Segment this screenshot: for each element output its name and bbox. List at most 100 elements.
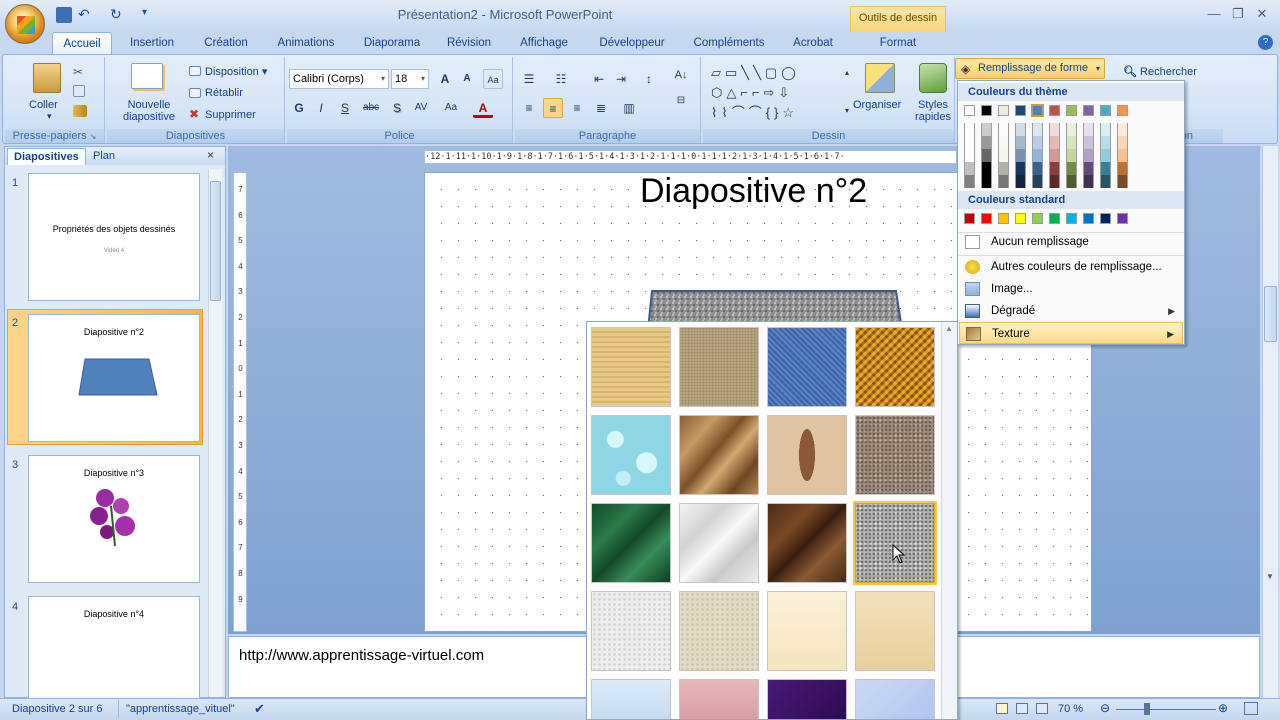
standard-color-swatch[interactable] — [1100, 213, 1111, 224]
standard-color-swatch[interactable] — [1083, 213, 1094, 224]
tab-developpeur[interactable]: Développeur — [592, 32, 672, 54]
maximize-icon[interactable]: ❐ — [1228, 6, 1248, 22]
theme-shade-swatch[interactable] — [1032, 162, 1043, 175]
delete-button[interactable]: Supprimer — [205, 109, 256, 121]
theme-shade-swatch[interactable] — [1049, 123, 1060, 136]
zoom-in-icon[interactable]: ⊕ — [1218, 701, 1228, 715]
theme-shade-swatch[interactable] — [964, 149, 975, 162]
texture-blue-tissue[interactable] — [591, 679, 671, 719]
theme-shade-swatch[interactable] — [1032, 123, 1043, 136]
picture-fill-item[interactable]: Image... — [959, 278, 1183, 300]
panel-scrollbar[interactable] — [208, 169, 222, 697]
shapes-gallery[interactable]: ▱▭╲╲▢◯ ⬡△⌐⌐⇨⇩ ⌇⌇⌒⌒{}☆ — [711, 63, 839, 123]
theme-shade-swatch[interactable] — [1083, 162, 1094, 175]
texture-paper-bag[interactable] — [679, 415, 759, 495]
theme-shade-swatch[interactable] — [1015, 123, 1026, 136]
texture-pink-tissue[interactable] — [679, 679, 759, 719]
paste-button[interactable]: Coller — [29, 99, 58, 111]
find-button[interactable]: 🔍︎ Rechercher — [1123, 65, 1197, 78]
theme-shade-swatch[interactable] — [1049, 136, 1060, 149]
texture-brown-marble[interactable] — [767, 503, 847, 583]
zoom-slider[interactable] — [1116, 709, 1216, 710]
slide-thumbnail-1[interactable]: Propriétés des objets dessinés Vidéo 4 — [28, 173, 200, 301]
slide-thumbnail-2[interactable]: Diapositive n°2 — [28, 314, 200, 442]
texture-denim[interactable] — [767, 327, 847, 407]
texture-woven-mat[interactable] — [855, 327, 935, 407]
standard-color-swatch[interactable] — [998, 213, 1009, 224]
normal-view-icon[interactable] — [996, 703, 1008, 714]
align-text-icon[interactable]: ⊟ — [671, 91, 691, 111]
bold-icon[interactable]: G — [289, 98, 309, 118]
bullets-icon[interactable]: ☰ — [519, 69, 539, 89]
office-button[interactable] — [5, 4, 45, 44]
theme-shade-swatch[interactable] — [964, 123, 975, 136]
theme-shade-swatch[interactable] — [1015, 149, 1026, 162]
texture-recycled-paper[interactable] — [591, 591, 671, 671]
theme-shade-swatch[interactable] — [1066, 136, 1077, 149]
align-center-icon[interactable]: ≡ — [543, 98, 563, 118]
theme-shade-swatch[interactable] — [1100, 162, 1111, 175]
theme-shade-swatch[interactable] — [1015, 136, 1026, 149]
theme-shade-swatch[interactable] — [1117, 149, 1128, 162]
format-painter-icon[interactable] — [73, 105, 87, 117]
clear-format-icon[interactable]: Aa — [483, 69, 503, 89]
theme-shade-swatch[interactable] — [964, 136, 975, 149]
new-slide-button[interactable]: Nouvelle diapositive — [113, 99, 185, 123]
tab-affichage[interactable]: Affichage — [512, 32, 576, 54]
justify-icon[interactable]: ≣ — [591, 98, 611, 118]
italic-icon[interactable]: I — [311, 98, 331, 118]
theme-shade-swatch[interactable] — [1015, 175, 1026, 188]
strikethrough-icon[interactable]: abc — [361, 98, 381, 118]
sorter-view-icon[interactable] — [1016, 703, 1028, 714]
texture-fish-fossil[interactable] — [767, 415, 847, 495]
tab-acrobat[interactable]: Acrobat — [786, 32, 840, 54]
shapes-scroll-up-icon[interactable]: ▴ — [837, 63, 857, 83]
zoom-out-icon[interactable]: ⊖ — [1100, 701, 1110, 715]
text-direction-icon[interactable]: A↓ — [671, 65, 691, 85]
theme-shade-swatch[interactable] — [964, 162, 975, 175]
panel-close-icon[interactable]: × — [207, 148, 214, 162]
font-size-combo[interactable]: 18 ▾ — [391, 69, 429, 89]
fit-window-icon[interactable] — [1244, 702, 1258, 715]
theme-shade-swatch[interactable] — [1049, 175, 1060, 188]
standard-color-swatch[interactable] — [1066, 213, 1077, 224]
spellcheck-icon[interactable]: ✔ — [254, 701, 265, 717]
standard-color-swatch[interactable] — [981, 213, 992, 224]
char-spacing-icon[interactable]: AV — [411, 98, 431, 118]
more-fill-colors-item[interactable]: Autres couleurs de remplissage... — [959, 256, 1183, 278]
theme-shade-swatch[interactable] — [1066, 175, 1077, 188]
tab-diapositives[interactable]: Diapositives — [7, 148, 86, 165]
theme-shade-swatch[interactable] — [981, 123, 992, 136]
quick-styles-button[interactable]: Styles rapides — [909, 99, 957, 123]
theme-shade-swatch[interactable] — [1066, 123, 1077, 136]
theme-color-swatch[interactable] — [981, 105, 992, 116]
standard-color-swatch[interactable] — [1032, 213, 1043, 224]
theme-shade-swatch[interactable] — [1032, 149, 1043, 162]
main-scrollbar[interactable]: ▼ — [1262, 146, 1278, 698]
gradient-fill-item[interactable]: Dégradé ▶ — [959, 300, 1183, 322]
minimize-icon[interactable]: — — [1204, 6, 1224, 22]
theme-shade-swatch[interactable] — [1066, 162, 1077, 175]
texture-bouquet[interactable] — [855, 679, 935, 719]
tab-accueil[interactable]: Accueil — [52, 32, 112, 54]
font-name-combo[interactable]: Calibri (Corps) ▾ — [289, 69, 389, 89]
arrange-button[interactable]: Organiser — [853, 99, 901, 111]
font-color-icon[interactable]: A — [473, 98, 493, 118]
tab-diaporama[interactable]: Diaporama — [358, 32, 426, 54]
slideshow-view-icon[interactable] — [1036, 703, 1048, 714]
texture-granite[interactable] — [853, 501, 937, 585]
theme-shade-swatch[interactable] — [1083, 123, 1094, 136]
increase-indent-icon[interactable]: ⇥ — [611, 69, 631, 89]
align-left-icon[interactable]: ≡ — [519, 98, 539, 118]
theme-color-swatch[interactable] — [1049, 105, 1060, 116]
theme-shade-swatch[interactable] — [1066, 149, 1077, 162]
theme-shade-swatch[interactable] — [1083, 175, 1094, 188]
standard-color-swatch[interactable] — [1117, 213, 1128, 224]
standard-color-swatch[interactable] — [1049, 213, 1060, 224]
theme-shade-swatch[interactable] — [1100, 136, 1111, 149]
tab-complements[interactable]: Compléments — [686, 32, 772, 54]
theme-shade-swatch[interactable] — [1117, 175, 1128, 188]
theme-color-swatch[interactable] — [1031, 104, 1044, 117]
close-icon[interactable]: ✕ — [1252, 6, 1272, 22]
cut-icon[interactable]: ✂ — [73, 65, 85, 79]
